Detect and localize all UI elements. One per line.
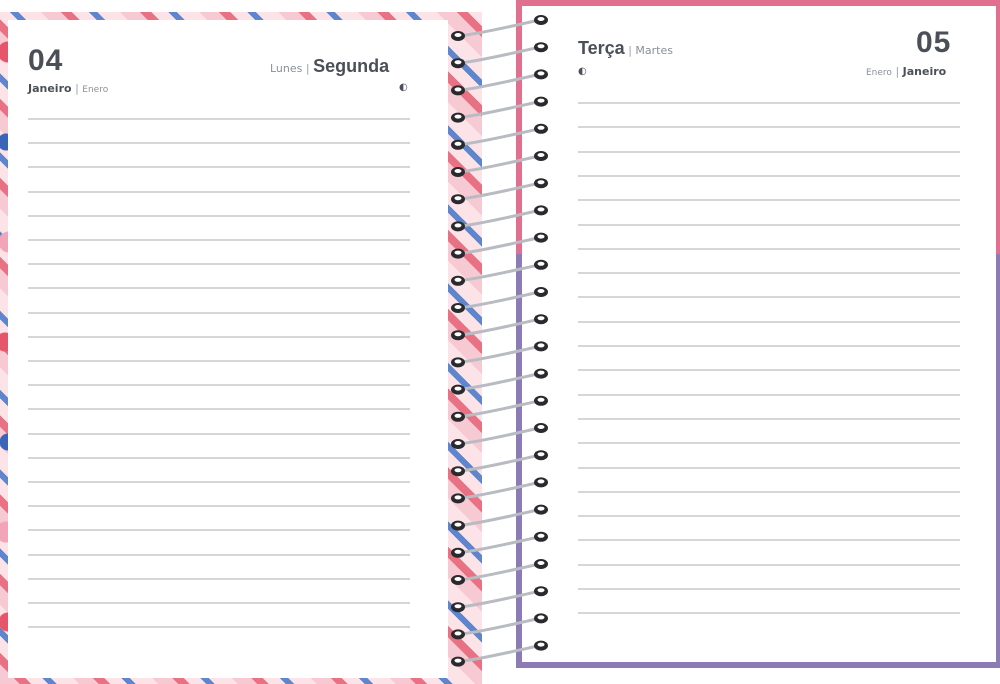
- ruled-line: [28, 118, 410, 120]
- spiral-coil: [451, 640, 548, 667]
- ruled-line: [578, 369, 960, 372]
- ruled-line: [578, 320, 960, 323]
- ruled-line: [28, 263, 410, 266]
- ruled-line: [578, 223, 960, 226]
- right-weekday-alt: Martes: [635, 44, 673, 57]
- spiral-coil: [451, 314, 548, 341]
- ruled-line: [578, 612, 960, 615]
- ruled-line: [28, 553, 410, 556]
- ruled-line: [28, 239, 410, 241]
- ruled-line: [578, 102, 960, 104]
- spiral-coil: [451, 232, 548, 259]
- ruled-line: [578, 199, 960, 202]
- spiral-coil: [451, 477, 548, 504]
- ruled-line: [28, 214, 410, 217]
- right-ruled-lines: [578, 102, 960, 642]
- spiral-coil: [451, 613, 548, 640]
- ruled-line: [28, 335, 410, 338]
- ruled-line: [578, 126, 960, 129]
- spiral-coil: [451, 259, 548, 286]
- left-weekday-main: Segunda: [313, 56, 390, 76]
- ruled-line: [578, 417, 960, 420]
- ruled-line: [578, 539, 960, 542]
- left-month-label: Janeiro | Enero: [28, 82, 108, 95]
- right-month-label: Enero | Janeiro: [866, 65, 946, 78]
- spiral-coil: [451, 341, 548, 368]
- spiral-coil: [451, 559, 548, 585]
- ruled-line: [28, 577, 410, 580]
- left-weekday-separator: |: [305, 62, 310, 75]
- spiral-coil: [451, 205, 548, 232]
- spiral-binding: [451, 15, 548, 667]
- left-day-number: 04: [28, 44, 64, 77]
- ruled-line: [578, 393, 960, 396]
- ruled-line: [578, 174, 960, 177]
- spiral-coil: [451, 15, 548, 41]
- left-month-alt: Enero: [82, 85, 109, 95]
- right-month-alt: Enero: [866, 68, 892, 78]
- left-ruled-lines: [28, 118, 410, 658]
- spiral-coil: [451, 69, 548, 96]
- ruled-line: [578, 247, 960, 250]
- right-month-main: Janeiro: [902, 65, 947, 78]
- ruled-line: [28, 505, 410, 508]
- ruled-line: [28, 626, 410, 629]
- spiral-coil: [451, 151, 548, 177]
- ruled-line: [578, 563, 960, 566]
- spiral-coil: [451, 504, 548, 531]
- ruled-line: [578, 296, 960, 299]
- left-weekday-label: Lunes | Segunda: [270, 56, 389, 77]
- right-weekday-label: Terça | Martes: [578, 38, 673, 59]
- left-weekday-alt: Lunes: [270, 62, 303, 75]
- ruled-line: [28, 529, 410, 532]
- ruled-line: [578, 466, 960, 469]
- moon-phase-icon: ◐: [399, 82, 408, 93]
- spiral-coil: [451, 423, 548, 449]
- right-day-number: 05: [916, 26, 952, 59]
- ruled-line: [28, 408, 410, 411]
- ruled-line: [578, 150, 960, 153]
- ruled-line: [578, 442, 960, 445]
- ruled-line: [28, 360, 410, 362]
- ruled-line: [28, 142, 410, 145]
- ruled-line: [28, 456, 410, 459]
- ruled-line: [578, 272, 960, 275]
- ruled-line: [28, 287, 410, 290]
- spiral-coil: [451, 287, 548, 313]
- ruled-line: [28, 432, 410, 435]
- right-weekday-main: Terça: [578, 38, 625, 58]
- ruled-line: [28, 166, 410, 169]
- ruled-line: [28, 602, 410, 604]
- spiral-coil: [451, 178, 548, 205]
- ruled-line: [578, 515, 960, 518]
- ruled-line: [28, 384, 410, 387]
- ruled-line: [28, 481, 410, 483]
- spiral-coil: [451, 450, 548, 477]
- moon-phase-icon: ◐: [578, 66, 587, 77]
- ruled-line: [578, 588, 960, 590]
- spiral-coil: [451, 96, 548, 123]
- spiral-coil: [451, 123, 548, 150]
- spiral-coil: [451, 531, 548, 558]
- ruled-line: [28, 190, 410, 193]
- ruled-line: [578, 345, 960, 347]
- spiral-coil: [451, 368, 548, 395]
- right-month-separator: |: [895, 65, 900, 78]
- ruled-line: [578, 490, 960, 493]
- left-month-separator: |: [75, 82, 79, 95]
- spiral-coil: [451, 42, 548, 69]
- left-month-main: Janeiro: [28, 82, 72, 95]
- spiral-coil: [451, 395, 548, 422]
- right-weekday-separator: |: [628, 44, 632, 57]
- spiral-coil: [451, 586, 548, 613]
- ruled-line: [28, 311, 410, 314]
